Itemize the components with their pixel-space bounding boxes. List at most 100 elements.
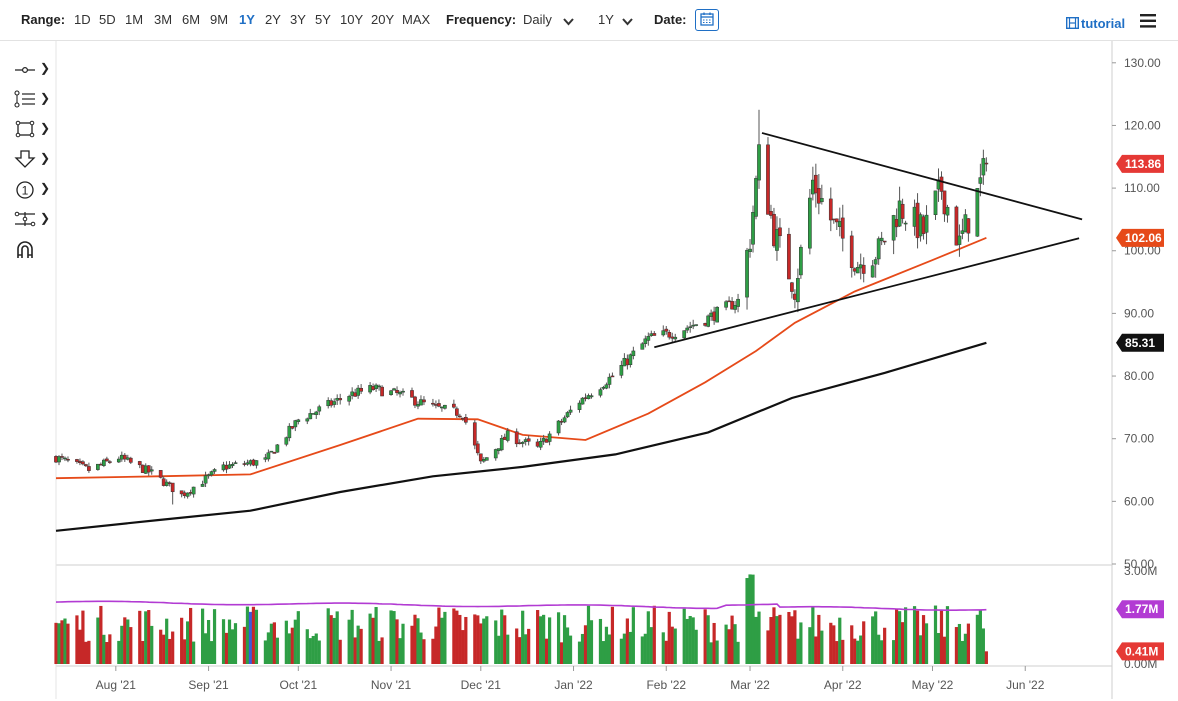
candle-body-down bbox=[75, 459, 79, 462]
range-1y[interactable]: 1Y bbox=[239, 12, 255, 27]
candle-body-up bbox=[443, 404, 447, 409]
candle bbox=[293, 419, 298, 432]
candle bbox=[254, 460, 259, 469]
volume-bar bbox=[841, 639, 845, 664]
candle-body-down bbox=[224, 465, 229, 470]
volume-bar bbox=[389, 610, 393, 664]
candle bbox=[472, 420, 477, 450]
volume-bar bbox=[494, 620, 498, 664]
candle-body-down bbox=[559, 421, 564, 423]
volume-bar bbox=[203, 633, 208, 664]
range-1d[interactable]: 1D bbox=[74, 12, 91, 27]
candle bbox=[933, 190, 938, 220]
volume-bar bbox=[646, 611, 650, 664]
candle bbox=[230, 462, 235, 469]
candle-body-up bbox=[568, 409, 573, 413]
candle-body-down bbox=[452, 403, 456, 408]
volume-bar bbox=[670, 626, 674, 664]
candle-body-down bbox=[460, 417, 465, 420]
volume-bar bbox=[192, 641, 196, 664]
range-1m[interactable]: 1M bbox=[125, 12, 143, 27]
volume-bar bbox=[751, 574, 755, 664]
volume-bar bbox=[766, 630, 770, 664]
candle bbox=[918, 212, 923, 242]
candle bbox=[855, 261, 860, 274]
hamburger-menu-icon[interactable] bbox=[1140, 14, 1156, 28]
candle bbox=[748, 239, 752, 258]
candle bbox=[290, 426, 295, 430]
candle bbox=[96, 463, 100, 471]
volume-bar bbox=[577, 641, 582, 664]
volume-bar bbox=[984, 651, 988, 664]
range-20y[interactable]: 20Y bbox=[371, 12, 394, 27]
candle bbox=[565, 411, 570, 419]
candle-body-down bbox=[99, 463, 103, 466]
volume-bar bbox=[769, 617, 773, 664]
candle-body-up bbox=[263, 457, 268, 460]
candle bbox=[200, 480, 205, 487]
volume-bar bbox=[419, 632, 423, 664]
candle-body-up bbox=[748, 248, 752, 252]
candle-body-up bbox=[589, 395, 594, 398]
candle-body-up bbox=[981, 158, 986, 176]
range-3y[interactable]: 3Y bbox=[290, 12, 306, 27]
candle bbox=[706, 314, 710, 328]
candle-body-up bbox=[233, 462, 238, 464]
volume-bar bbox=[829, 622, 833, 664]
volume-bar bbox=[332, 617, 336, 664]
volume-bar bbox=[296, 611, 300, 664]
tutorial-link[interactable]: tutorial bbox=[1065, 16, 1125, 31]
volume-bar bbox=[57, 623, 61, 664]
last-volume-badge-text: 0.41M bbox=[1125, 644, 1158, 658]
candle bbox=[75, 458, 79, 464]
range-10y[interactable]: 10Y bbox=[340, 12, 363, 27]
range-9m[interactable]: 9M bbox=[210, 12, 228, 27]
period-select[interactable]: 1Y bbox=[598, 12, 614, 27]
candle-body-up bbox=[505, 430, 510, 441]
candle bbox=[790, 281, 794, 299]
candle bbox=[380, 385, 384, 397]
volume-bar bbox=[395, 619, 399, 664]
candle-body-down bbox=[167, 482, 172, 484]
chevron-down-icon[interactable] bbox=[563, 18, 574, 26]
volume-bar bbox=[871, 616, 875, 664]
volume-bar bbox=[380, 637, 384, 664]
volume-bar bbox=[942, 636, 947, 664]
trendline[interactable] bbox=[654, 237, 1080, 349]
candle-body-up bbox=[374, 384, 378, 389]
candle-body-up bbox=[873, 259, 878, 265]
candle bbox=[102, 458, 106, 468]
candle-body-up bbox=[870, 265, 875, 278]
range-5y[interactable]: 5Y bbox=[315, 12, 331, 27]
candle-body-down bbox=[371, 386, 375, 390]
volume-bar bbox=[622, 633, 626, 664]
volume-bar bbox=[251, 606, 256, 664]
volume-bar bbox=[60, 620, 64, 664]
candle bbox=[724, 300, 728, 311]
candle-body-up bbox=[347, 396, 352, 402]
last-volume-badge: 0.41M bbox=[1116, 642, 1164, 661]
volume-bar bbox=[284, 620, 288, 664]
range-5d[interactable]: 5D bbox=[99, 12, 116, 27]
calendar-button[interactable] bbox=[695, 9, 719, 31]
candle-body-down bbox=[413, 396, 417, 406]
range-6m[interactable]: 6M bbox=[182, 12, 200, 27]
range-2y[interactable]: 2Y bbox=[265, 12, 281, 27]
candle bbox=[203, 471, 208, 488]
range-3m[interactable]: 3M bbox=[154, 12, 172, 27]
volume-bar bbox=[652, 605, 656, 664]
candle-body-up bbox=[541, 438, 546, 442]
volume-bar bbox=[227, 619, 232, 664]
range-max[interactable]: MAX bbox=[402, 12, 430, 27]
candle-body-down bbox=[828, 198, 833, 221]
volume-bar bbox=[183, 639, 187, 664]
chevron-down-icon[interactable] bbox=[622, 18, 633, 26]
time-tick-label: Apr '22 bbox=[824, 678, 862, 692]
frequency-select[interactable]: Daily bbox=[523, 12, 552, 27]
price-chart[interactable]: 130.00120.00110.00100.0090.0080.0070.006… bbox=[0, 41, 1178, 701]
candle bbox=[146, 465, 151, 476]
volume-bar bbox=[242, 626, 247, 664]
volume-bar bbox=[625, 618, 629, 664]
volume-bar bbox=[682, 608, 686, 664]
candle bbox=[712, 306, 716, 325]
